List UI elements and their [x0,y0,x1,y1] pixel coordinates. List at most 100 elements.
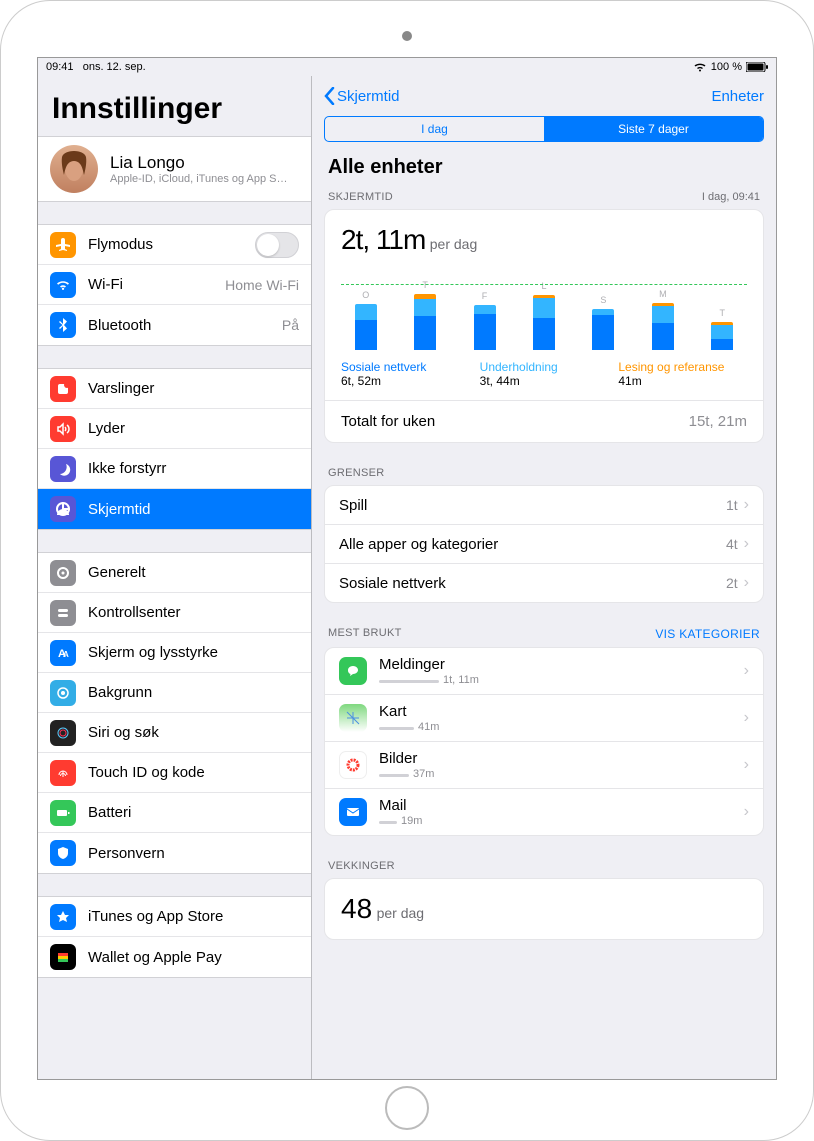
page-title: Alle enheter [312,152,776,185]
touchid-icon [50,760,76,786]
status-bar: 09:41 ons. 12. sep. 100 % [38,58,776,76]
status-date: ons. 12. sep. [83,61,146,73]
chart-stacked-bar [592,309,614,351]
home-button[interactable] [385,1086,429,1130]
limit-row[interactable]: Sosiale nettverk2t› [325,564,763,602]
display-icon: AA [50,640,76,666]
app-name: Bilder [379,750,738,767]
screentime-header-label: SKJERMTID [328,191,393,203]
sidebar-item-controlcenter[interactable]: Kontrollsenter [38,593,311,633]
sidebar-item-wallpaper[interactable]: Bakgrunn [38,673,311,713]
total-row: Totalt for uken 15t, 21m [325,401,763,442]
wifi-icon [693,62,707,72]
total-value: 15t, 21m [689,413,747,430]
sidebar-item-touchid[interactable]: Touch ID og kode [38,753,311,793]
gear-icon [50,560,76,586]
general-group: Generelt Kontrollsenter AA Skjerm og lys… [38,552,311,874]
back-button[interactable]: Skjermtid [324,87,400,105]
app-row[interactable]: Meldinger 1t, 11m› [325,648,763,695]
bluetooth-icon [50,312,76,338]
wallpaper-icon [50,680,76,706]
bt-label: Bluetooth [88,317,282,334]
chart-stacked-bar [355,304,377,350]
sidebar-item-battery[interactable]: Batteri [38,793,311,833]
chart-average-line [341,284,747,285]
app-time: 41m [379,721,738,733]
sidebar-item-airplane[interactable]: Flymodus [38,225,311,265]
status-time: 09:41 [46,61,74,73]
avg-value: 2t, 11m [341,224,425,255]
chart-day-label: L [541,281,546,291]
most-used-header: MEST BRUKT VIS KATEGORIER [312,621,776,647]
airplane-toggle[interactable] [255,232,299,258]
pickups-unit: per dag [377,905,424,921]
chart-stacked-bar [533,295,555,351]
ipad-frame: 09:41 ons. 12. sep. 100 % Innstillinger [0,0,814,1141]
notifications-icon [50,376,76,402]
sidebar-item-siri[interactable]: Siri og søk [38,713,311,753]
legend-reading: Lesing og referanse 41m [618,360,747,388]
chart-bar: S [579,295,628,351]
show-categories-link[interactable]: VIS KATEGORIER [655,627,760,641]
sidebar-item-privacy[interactable]: Personvern [38,833,311,873]
store-group: iTunes og App Store Wallet og Apple Pay [38,896,311,978]
notifications-group: Varslinger Lyder Ikke forstyrr [38,368,311,530]
chart-legend: Sosiale nettverk 6t, 52m Underholdning 3… [325,350,763,401]
airplane-label: Flymodus [88,236,255,253]
sidebar-item-dnd[interactable]: Ikke forstyrr [38,449,311,489]
sidebar-item-bluetooth[interactable]: Bluetooth På [38,305,311,345]
screentime-icon [50,496,76,522]
battery-settings-icon [50,800,76,826]
chart-day-label: M [659,289,667,299]
chart-day-label: T [422,280,428,290]
chart-bar: O [341,290,390,350]
chart-day-label: T [719,308,725,318]
sounds-icon [50,416,76,442]
battery-label: Batteri [88,804,299,821]
seg-today[interactable]: I dag [325,117,544,141]
appstore-icon [50,904,76,930]
sidebar-item-general[interactable]: Generelt [38,553,311,593]
segmented-control[interactable]: I dag Siste 7 dager [324,116,764,142]
chart-bar: T [698,308,747,350]
limit-name: Spill [339,497,726,514]
limit-row[interactable]: Spill1t› [325,486,763,525]
siri-icon [50,720,76,746]
limit-value: 2t [726,575,738,591]
limit-row[interactable]: Alle apper og kategorier4t› [325,525,763,564]
notif-label: Varslinger [88,380,299,397]
chart-bar: L [519,281,568,351]
detail-navbar: Skjermtid Enheter [312,76,776,116]
app-row[interactable]: Mail 19m› [325,789,763,835]
wallet-icon [50,944,76,970]
limits-header: GRENSER [312,461,776,485]
screentime-section-header: SKJERMTID I dag, 09:41 [312,185,776,209]
chart-bar: M [638,289,687,351]
detail-pane: Skjermtid Enheter I dag Siste 7 dager Al… [312,76,776,1079]
sidebar-item-display[interactable]: AA Skjerm og lysstyrke [38,633,311,673]
sidebar-item-wifi[interactable]: Wi-Fi Home Wi-Fi [38,265,311,305]
sidebar-item-notifications[interactable]: Varslinger [38,369,311,409]
pickups-header: VEKKINGER [312,854,776,878]
chevron-right-icon: › [744,803,749,821]
devices-button[interactable]: Enheter [711,88,764,105]
general-label: Generelt [88,564,299,581]
profile-row[interactable]: Lia Longo Apple-ID, iCloud, iTunes og Ap… [38,137,311,201]
screentime-card[interactable]: 2t, 11m per dag OTFLSMT Sosiale nettverk… [324,209,764,443]
sidebar-item-screentime[interactable]: Skjermtid [38,489,311,529]
seg-week[interactable]: Siste 7 dager [544,117,763,141]
sidebar-item-itunes[interactable]: iTunes og App Store [38,897,311,937]
sidebar-item-sounds[interactable]: Lyder [38,409,311,449]
legend-entertainment: Underholdning 3t, 44m [480,360,609,388]
app-row[interactable]: Kart 41m› [325,695,763,742]
chart-stacked-bar [652,303,674,351]
limit-name: Alle apper og kategorier [339,536,726,553]
pickups-card[interactable]: 48 per dag [324,878,764,940]
wifi-label: Wi-Fi [88,276,225,293]
app-row[interactable]: Bilder 37m› [325,742,763,789]
limit-value: 1t [726,497,738,513]
dnd-icon [50,456,76,482]
touchid-label: Touch ID og kode [88,764,299,781]
limits-card: Spill1t›Alle apper og kategorier4t›Sosia… [324,485,764,603]
sidebar-item-wallet[interactable]: Wallet og Apple Pay [38,937,311,977]
